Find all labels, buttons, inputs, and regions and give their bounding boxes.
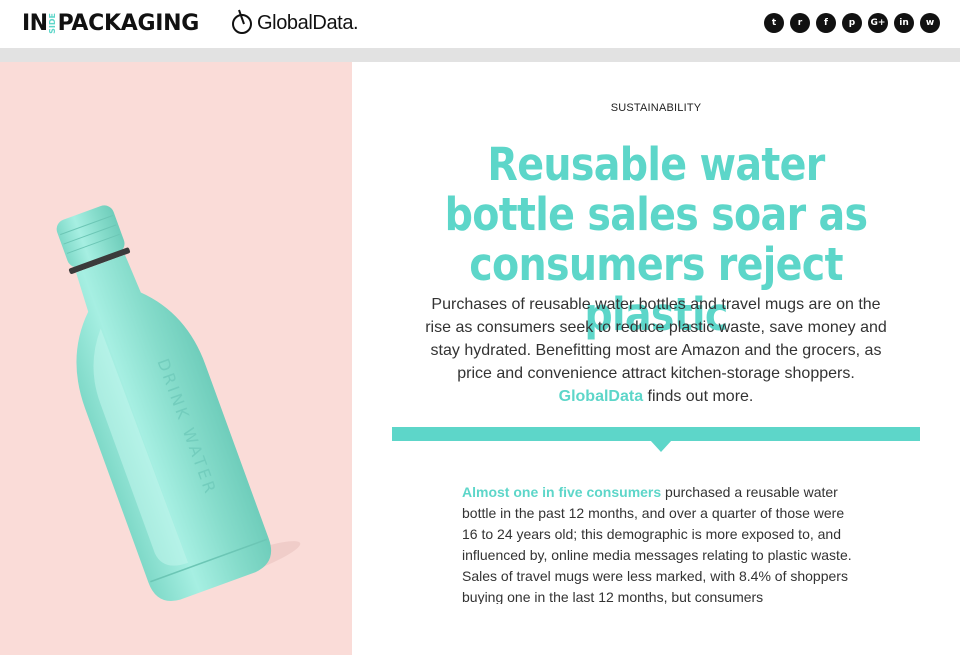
reddit-icon[interactable]: r (790, 13, 810, 33)
header-separator (0, 48, 960, 62)
globaldata-wordmark: GlobalData. (257, 11, 359, 34)
article-body: Almost one in five consumers purchased a… (462, 482, 862, 604)
hero-image: DRINK WATER (0, 62, 352, 655)
section-divider (392, 427, 920, 441)
logo-side-text: SIDE (47, 12, 57, 34)
standfirst-tail: finds out more. (643, 388, 754, 405)
standfirst-text: Purchases of reusable water bottles and … (425, 296, 887, 382)
logo-packaging-text: PACKAGING (57, 10, 200, 36)
divider-arrow-icon (650, 440, 672, 452)
globaldata-icon (231, 9, 253, 37)
article-panel: SUSTAINABILITY Reusable water bottle sal… (352, 62, 960, 655)
site-header: IN SIDE PACKAGING GlobalData. t r f p G+… (0, 0, 960, 48)
logo-in-text: IN (22, 10, 48, 36)
globaldata-logo[interactable]: GlobalData. (231, 9, 359, 37)
pinterest-icon[interactable]: p (842, 13, 862, 33)
article-category[interactable]: SUSTAINABILITY (352, 102, 960, 114)
water-bottle-illustration: DRINK WATER (56, 205, 301, 601)
twitter-icon[interactable]: t (764, 13, 784, 33)
body-paragraph: purchased a reusable water bottle in the… (462, 484, 852, 604)
social-share-bar: t r f p G+ in w (764, 13, 940, 33)
whatsapp-icon[interactable]: w (920, 13, 940, 33)
article-standfirst: Purchases of reusable water bottles and … (420, 293, 892, 408)
linkedin-icon[interactable]: in (894, 13, 914, 33)
body-lead: Almost one in five consumers (462, 484, 662, 500)
facebook-icon[interactable]: f (816, 13, 836, 33)
inside-packaging-logo[interactable]: IN SIDE PACKAGING (22, 10, 199, 36)
globaldata-link[interactable]: GlobalData (559, 388, 643, 405)
google-plus-icon[interactable]: G+ (868, 13, 888, 33)
